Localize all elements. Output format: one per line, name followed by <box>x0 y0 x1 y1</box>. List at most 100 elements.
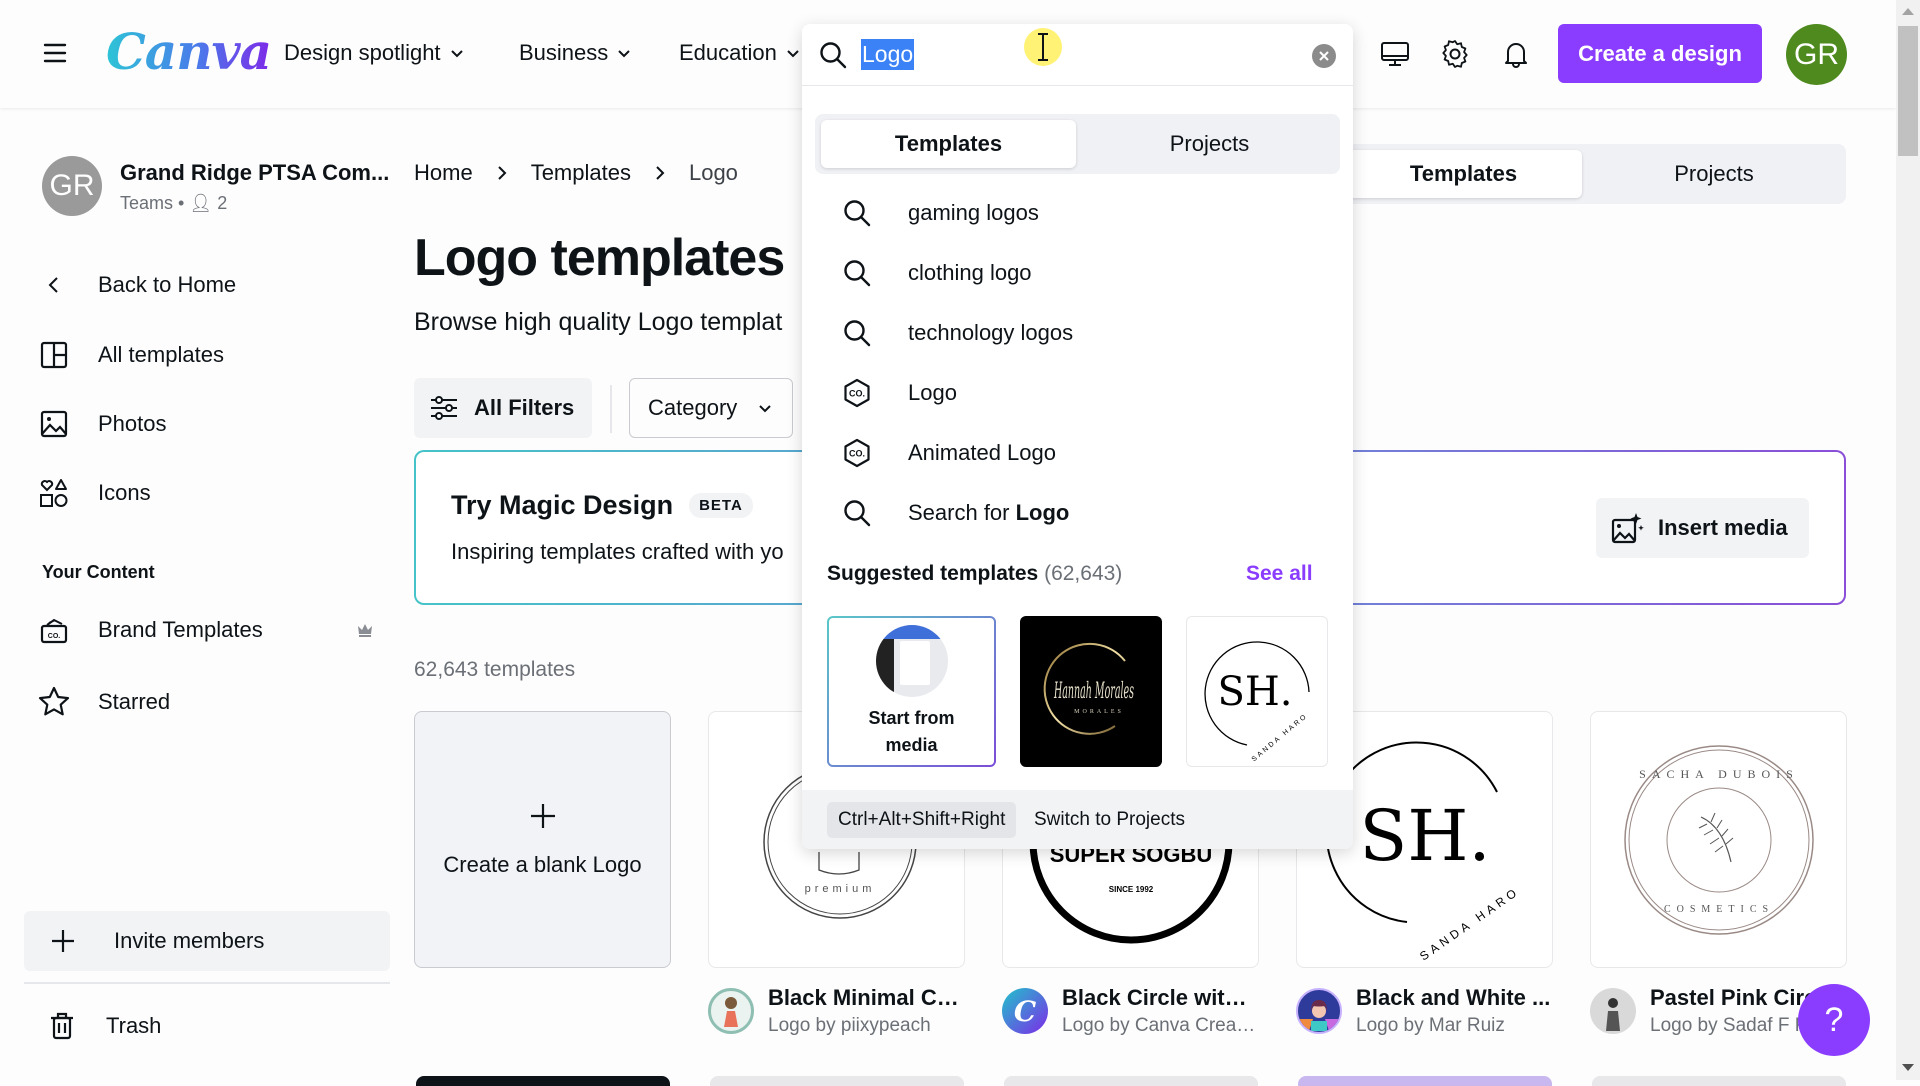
breadcrumb-templates[interactable]: Templates <box>531 160 631 186</box>
sidebar-label: Trash <box>106 1013 162 1038</box>
insert-media-button[interactable]: Insert media <box>1596 498 1809 558</box>
blank-card-label: Create a blank Logo <box>443 851 642 877</box>
search-input[interactable]: Logo <box>861 39 915 70</box>
template-author[interactable]: Logo by Canva Creati... <box>1062 1015 1257 1037</box>
scrollbar-thumb[interactable] <box>1898 26 1918 156</box>
svg-text:CO.: CO. <box>849 449 865 459</box>
nav-education[interactable]: Education <box>679 40 801 66</box>
thumbnail-subtext: SANDA HARO <box>1417 884 1522 964</box>
author-avatar[interactable] <box>708 988 754 1034</box>
search-suggestion[interactable]: CO. Animated Logo <box>842 431 1322 475</box>
sidebar-item-all-templates[interactable]: All templates <box>36 333 224 377</box>
author-avatar[interactable]: C <box>1002 988 1048 1034</box>
create-blank-logo-card[interactable]: Create a blank Logo <box>414 711 671 968</box>
create-design-button[interactable]: Create a design <box>1558 24 1762 83</box>
sidebar-label: Photos <box>98 411 167 436</box>
canva-logo[interactable]: Canva <box>106 22 272 81</box>
search-suggestion[interactable]: technology logos <box>842 311 1322 355</box>
template-title[interactable]: Black and White ... <box>1356 985 1551 1011</box>
template-card[interactable]: SACHA DUBOIS COSMETICS <box>1590 711 1847 968</box>
search-suggestion[interactable]: gaming logos <box>842 191 1322 235</box>
design-type-icon: CO. <box>842 378 872 408</box>
search-tab-projects[interactable]: Projects <box>1082 120 1337 168</box>
next-row-card[interactable] <box>1298 1076 1552 1086</box>
see-all-link[interactable]: See all <box>1246 562 1313 586</box>
search-for-prefix: Search for <box>908 500 1016 525</box>
search-tab-templates[interactable]: Templates <box>821 120 1076 168</box>
chevron-right-icon <box>497 166 507 180</box>
user-avatar[interactable]: GR <box>1786 24 1847 85</box>
team-info: Teams • 👤︎ 2 <box>120 193 227 214</box>
all-filters-button[interactable]: All Filters <box>414 378 592 438</box>
sidebar-label: Icons <box>98 480 151 505</box>
template-author[interactable]: Logo by piixypeach <box>768 1015 963 1037</box>
star-icon <box>36 684 72 720</box>
clear-search-button[interactable] <box>1312 44 1336 68</box>
sidebar-label: Starred <box>98 689 171 714</box>
template-title[interactable]: Black Circle with ... <box>1062 985 1257 1011</box>
sidebar-divider <box>24 982 390 984</box>
search-dropdown: Logo Templates Projects gaming logos clo… <box>802 24 1353 849</box>
svg-text:CO.: CO. <box>48 633 61 640</box>
nav-design-spotlight[interactable]: Design spotlight <box>284 40 465 66</box>
sidebar-item-back-home[interactable]: Back to Home <box>36 263 236 307</box>
author-avatar[interactable] <box>1296 988 1342 1034</box>
thumbnail-subtext: SANDA HARO <box>1251 712 1310 763</box>
suggested-template-thumbnail[interactable]: SH. SANDA HARO <box>1186 616 1328 767</box>
tab-projects[interactable]: Projects <box>1585 150 1843 198</box>
help-button[interactable]: ? <box>1798 984 1870 1056</box>
start-from-media-card[interactable]: Start from media <box>827 616 996 767</box>
search-icon <box>818 40 848 70</box>
breadcrumb-logo: Logo <box>688 160 738 185</box>
invite-members-button[interactable]: Invite members <box>24 911 390 971</box>
page-scrollbar[interactable] <box>1896 0 1920 1080</box>
sidebar-item-starred[interactable]: Starred <box>36 680 170 724</box>
suggestion-label: Logo <box>908 380 957 405</box>
search-suggestion[interactable]: clothing logo <box>842 251 1322 295</box>
nav-label: Education <box>679 40 777 65</box>
menu-icon[interactable] <box>40 38 70 68</box>
nav-label: Design spotlight <box>284 40 441 65</box>
bell-icon[interactable] <box>1500 38 1532 70</box>
search-for-item[interactable]: Search for Logo <box>842 491 1322 535</box>
sidebar-label: All templates <box>98 342 224 367</box>
suggested-count: (62,643) <box>1044 562 1123 585</box>
template-title[interactable]: Black Minimal Ca... <box>768 985 963 1011</box>
team-name[interactable]: Grand Ridge PTSA Com... <box>120 160 389 186</box>
tab-templates[interactable]: Templates <box>1345 150 1582 198</box>
image-icon <box>36 406 72 442</box>
sidebar-item-trash[interactable]: Trash <box>44 1004 161 1048</box>
media-preview-image <box>875 625 948 697</box>
switch-to-projects-hint: Switch to Projects <box>1034 809 1185 830</box>
svg-text:CO.: CO. <box>849 389 865 399</box>
next-row-card[interactable] <box>1592 1076 1846 1086</box>
sliders-icon <box>428 392 460 424</box>
scroll-down-arrow-icon[interactable] <box>1902 1064 1914 1071</box>
template-meta: C Black Circle with ... Logo by Canva Cr… <box>1002 985 1257 1037</box>
nav-business[interactable]: Business <box>519 40 632 66</box>
template-count: 62,643 templates <box>414 658 576 681</box>
sidebar-item-icons[interactable]: Icons <box>36 471 151 515</box>
next-row-card[interactable] <box>416 1076 670 1086</box>
category-dropdown[interactable]: Category <box>629 378 793 438</box>
team-type: Teams <box>120 193 174 213</box>
next-row-card[interactable] <box>1004 1076 1258 1086</box>
suggestion-label: technology logos <box>908 320 1074 345</box>
monitor-icon[interactable] <box>1379 38 1411 70</box>
author-avatar[interactable] <box>1590 988 1636 1034</box>
template-author[interactable]: Logo by Mar Ruiz <box>1356 1015 1551 1037</box>
scroll-up-arrow-icon[interactable] <box>1902 8 1914 15</box>
start-from-media-label: Start from media <box>868 708 955 755</box>
thumbnail-subtext: SINCE 1992 <box>1109 885 1154 894</box>
team-avatar[interactable]: GR <box>42 156 102 216</box>
gear-icon[interactable] <box>1439 38 1471 70</box>
sidebar-item-photos[interactable]: Photos <box>36 402 167 446</box>
search-suggestion[interactable]: CO. Logo <box>842 371 1322 415</box>
thumbnail-subtext: MORALES <box>1074 709 1124 715</box>
suggested-template-thumbnail[interactable]: Hannah Morales MORALES <box>1020 616 1162 767</box>
thumbnail-text: SH. <box>1359 795 1490 877</box>
next-row-card[interactable] <box>710 1076 964 1086</box>
shapes-icon <box>36 475 72 511</box>
sidebar-item-brand-templates[interactable]: CO. Brand Templates <box>36 608 263 652</box>
breadcrumb-home[interactable]: Home <box>414 160 473 186</box>
